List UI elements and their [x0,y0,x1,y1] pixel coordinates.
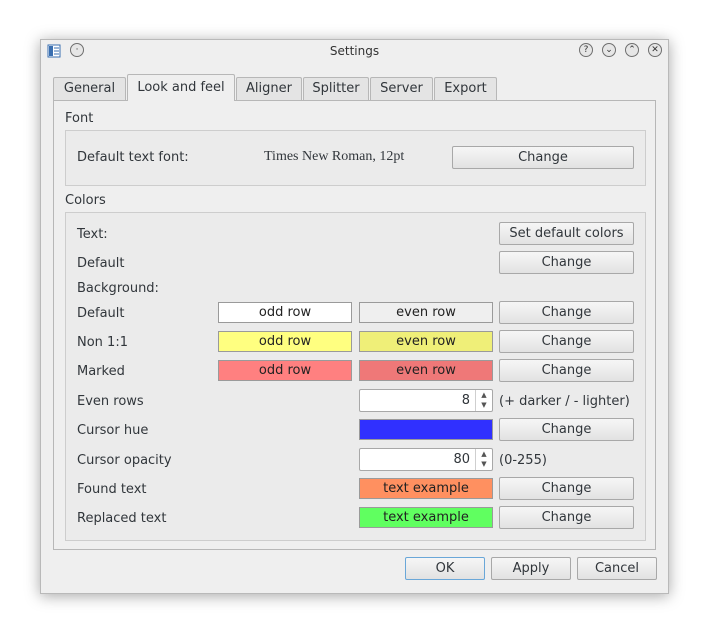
window-title: Settings [329,44,380,58]
bg-non11-change-button[interactable]: Change [499,330,634,353]
bg-marked-odd-swatch: odd row [218,360,352,381]
bg-default-odd-swatch: odd row [218,302,352,323]
font-section-label: Font [65,111,94,126]
close-icon[interactable]: ✕ [648,43,662,57]
bg-default-even-swatch: even row [359,302,493,323]
tab-general[interactable]: General [53,77,126,100]
replaced-text-label: Replaced text [77,511,167,526]
cursor-opacity-value: 80 [453,452,470,467]
bg-marked-even-swatch: even row [359,360,493,381]
cursor-opacity-label: Cursor opacity [77,453,172,468]
tab-aligner[interactable]: Aligner [236,77,302,100]
even-rows-label: Even rows [77,394,144,409]
bg-non11-odd-swatch: odd row [218,331,352,352]
replaced-text-change-button[interactable]: Change [499,506,634,529]
even-rows-hint: (+ darker / - lighter) [499,394,630,409]
maximize-icon[interactable]: ⌃ [625,43,639,57]
default-font-value: Times New Roman, 12pt [264,149,405,164]
even-rows-value: 8 [461,393,470,408]
even-rows-spinbox[interactable]: 8 ▲ ▼ [359,389,493,412]
ok-button[interactable]: OK [405,557,485,580]
background-label: Background: [77,281,159,296]
help-icon[interactable]: ? [579,43,593,57]
tab-look-and-feel[interactable]: Look and feel [127,74,235,101]
tab-server[interactable]: Server [370,77,433,100]
look-and-feel-panel: Font Default text font: Times New Roman,… [53,100,656,550]
cursor-hue-change-button[interactable]: Change [499,418,634,441]
minimize-icon[interactable]: ⌄ [602,43,616,57]
text-colors-label: Text: [77,227,108,242]
settings-window: · Settings ? ⌄ ⌃ ✕ General Look and feel… [40,39,669,594]
text-default-label: Default [77,256,125,271]
bg-marked-change-button[interactable]: Change [499,359,634,382]
replaced-text-swatch: text example [359,507,493,528]
text-default-change-button[interactable]: Change [499,251,634,274]
found-text-change-button[interactable]: Change [499,477,634,500]
cursor-hue-swatch [359,419,493,440]
bg-non11-label: Non 1:1 [77,335,128,350]
cancel-button[interactable]: Cancel [577,557,657,580]
cursor-opacity-spinbox[interactable]: 80 ▲ ▼ [359,448,493,471]
tab-splitter[interactable]: Splitter [303,77,369,100]
found-text-label: Found text [77,482,147,497]
bg-marked-label: Marked [77,364,125,379]
bg-non11-even-swatch: even row [359,331,493,352]
font-group: Default text font: Times New Roman, 12pt… [65,130,646,186]
cursor-opacity-hint: (0-255) [499,453,547,468]
change-font-button[interactable]: Change [452,146,634,169]
colors-group: Text: Set default colors Default Change … [65,212,646,541]
bg-default-label: Default [77,306,125,321]
tab-export[interactable]: Export [434,77,497,100]
set-default-colors-button[interactable]: Set default colors [499,222,634,245]
spin-arrows-icon[interactable]: ▲ ▼ [475,390,492,411]
default-font-label: Default text font: [77,150,189,165]
found-text-swatch: text example [359,478,493,499]
spin-arrows-icon[interactable]: ▲ ▼ [475,449,492,470]
colors-section-label: Colors [65,193,106,208]
title-bar: · Settings ? ⌄ ⌃ ✕ [41,40,668,64]
apply-button[interactable]: Apply [491,557,571,580]
bg-default-change-button[interactable]: Change [499,301,634,324]
cursor-hue-label: Cursor hue [77,423,149,438]
